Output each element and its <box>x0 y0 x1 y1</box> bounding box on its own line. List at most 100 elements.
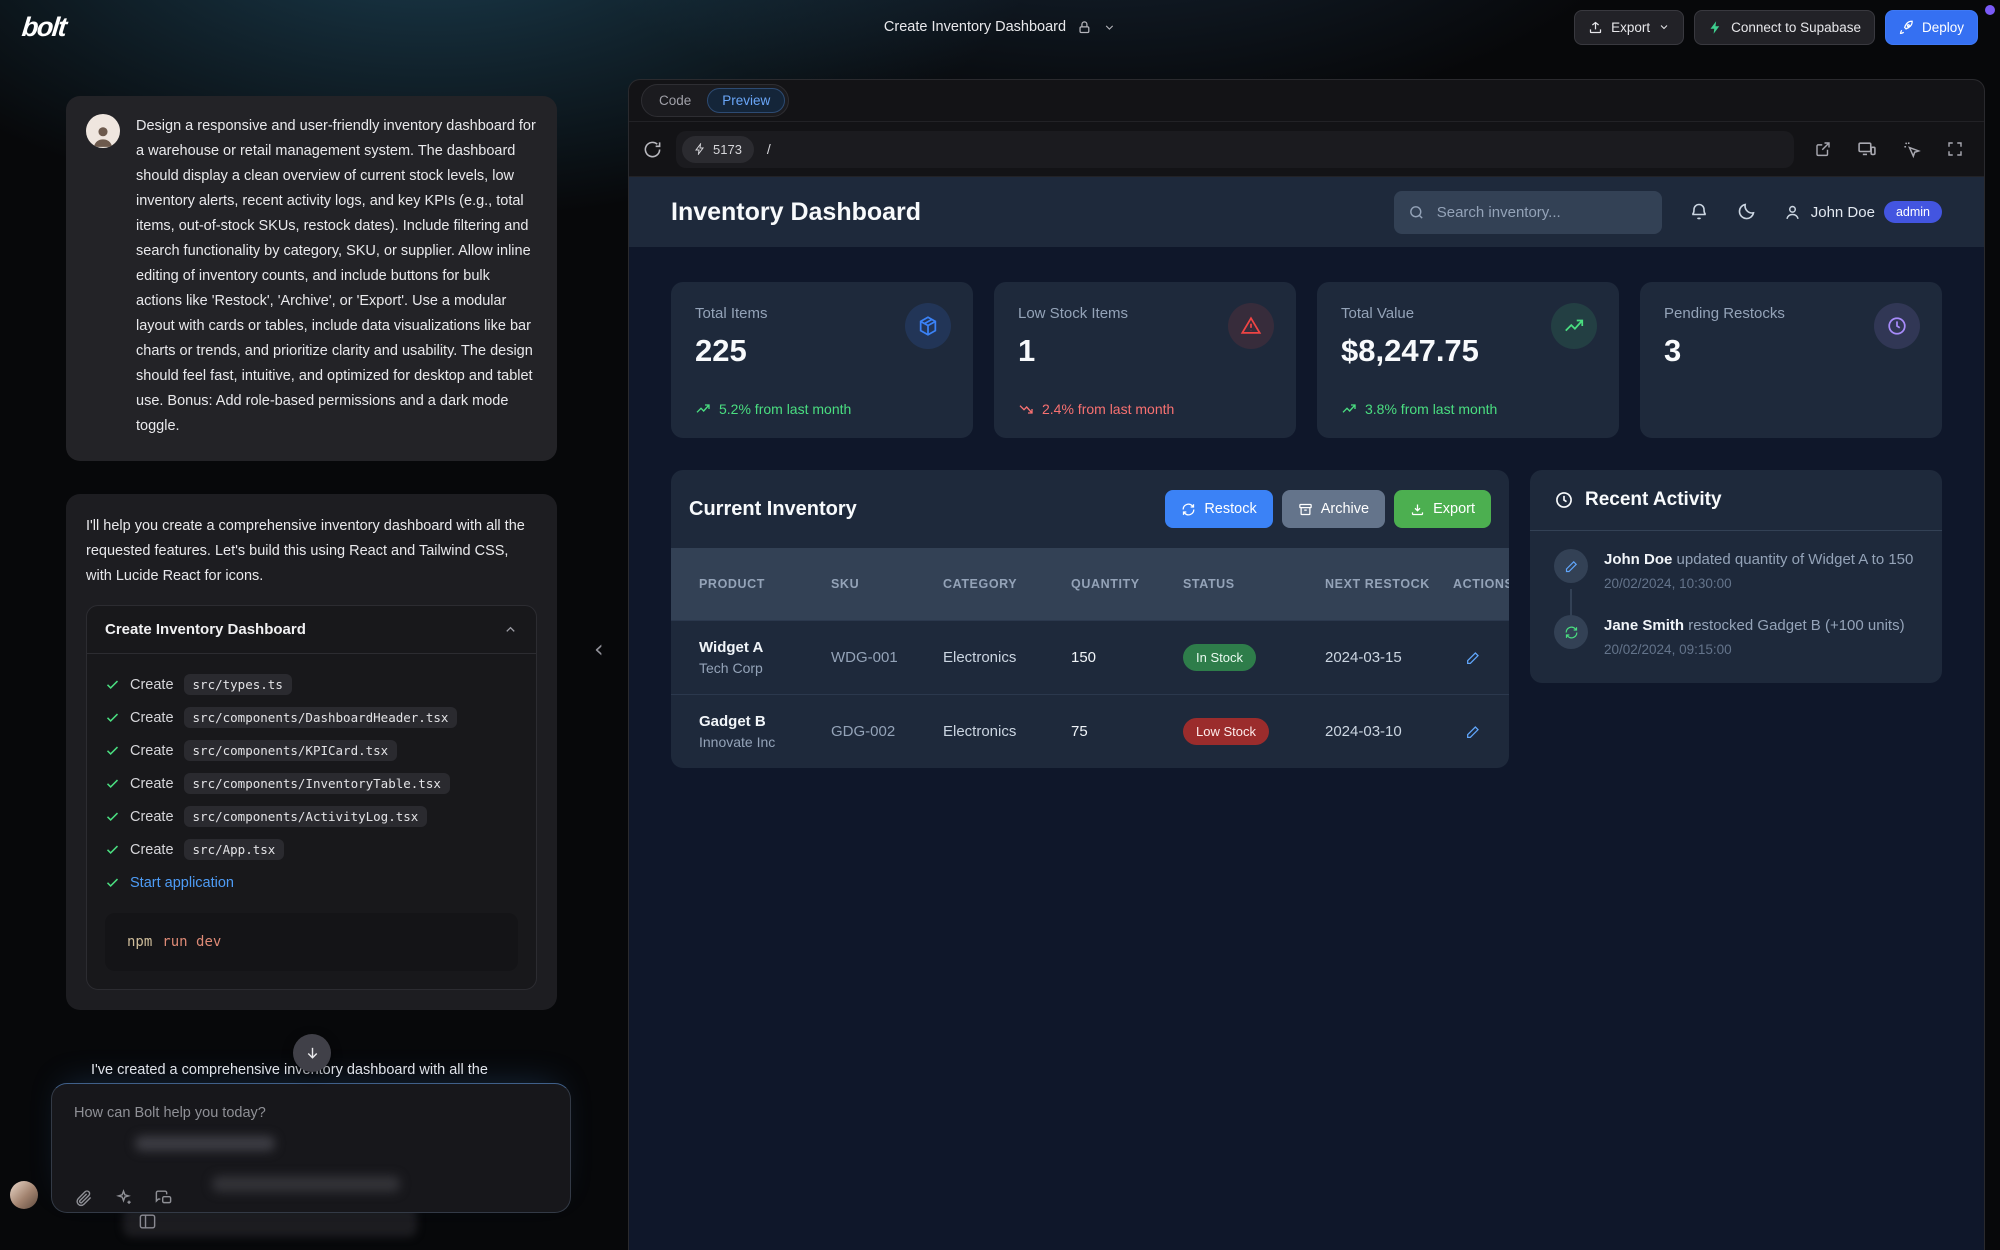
bell-icon[interactable] <box>1689 202 1709 222</box>
table-header-row: PRODUCT SKU CATEGORY QUANTITY STATUS NEX… <box>671 548 1509 620</box>
terminal-command: npm run dev <box>105 913 518 971</box>
tab-preview[interactable]: Preview <box>707 88 785 113</box>
next-restock-cell: 2024-03-15 <box>1325 649 1453 666</box>
table-row[interactable]: Gadget B Innovate Inc GDG-002 Electronic… <box>671 694 1509 768</box>
open-external-icon[interactable] <box>1814 140 1832 158</box>
zap-icon <box>694 143 706 155</box>
recent-activity-card: Recent Activity John Doe updated quantit… <box>1530 470 1942 683</box>
file-chip[interactable]: src/components/KPICard.tsx <box>184 740 398 761</box>
deploy-button[interactable]: Deploy <box>1885 10 1978 45</box>
chevron-up-icon[interactable] <box>503 622 518 637</box>
connect-supabase-button[interactable]: Connect to Supabase <box>1694 10 1875 45</box>
port-pill[interactable]: 5173 <box>682 136 754 163</box>
command-args: run dev <box>162 934 221 950</box>
status-cell: Low Stock <box>1183 718 1325 745</box>
account-avatar[interactable] <box>10 1181 38 1209</box>
trend-up-icon <box>695 401 711 417</box>
dark-mode-toggle-icon[interactable] <box>1736 202 1756 222</box>
file-chip[interactable]: src/components/DashboardHeader.tsx <box>184 707 458 728</box>
product-cell: Widget A Tech Corp <box>699 639 831 676</box>
sparkles-icon[interactable] <box>114 1188 133 1207</box>
chat-mode-icon[interactable] <box>154 1188 173 1207</box>
category-cell: Electronics <box>943 723 1071 740</box>
preview-frame: Inventory Dashboard John Doe admin <box>629 177 1984 1250</box>
pencil-icon <box>1465 650 1481 666</box>
workbench-panel: Code Preview 5173 / <box>628 79 1985 1250</box>
scroll-to-bottom-button[interactable] <box>293 1034 331 1072</box>
collapse-chat-handle[interactable]: ‹ <box>594 637 604 661</box>
status-badge: In Stock <box>1183 644 1256 671</box>
file-chip[interactable]: src/types.ts <box>184 674 292 695</box>
table-row[interactable]: Widget A Tech Corp WDG-001 Electronics 1… <box>671 620 1509 694</box>
inventory-table-card: Current Inventory Restock Archive <box>671 470 1509 768</box>
inventory-search[interactable] <box>1394 191 1662 234</box>
chat-input[interactable] <box>74 1105 548 1121</box>
search-input[interactable] <box>1435 203 1648 222</box>
file-chip[interactable]: src/components/ActivityLog.tsx <box>184 806 428 827</box>
file-chip[interactable]: src/components/InventoryTable.tsx <box>184 773 450 794</box>
reload-icon[interactable] <box>643 140 662 159</box>
chat-composer <box>51 1083 571 1213</box>
user-message: Design a responsive and user-friendly in… <box>66 96 557 461</box>
inventory-table-header: Current Inventory Restock Archive <box>671 470 1509 548</box>
plan-step: Create src/components/DashboardHeader.ts… <box>105 701 518 734</box>
start-application-step: Start application <box>105 866 518 899</box>
plan-title: Create Inventory Dashboard <box>105 621 306 638</box>
quantity-cell[interactable]: 75 <box>1071 723 1183 740</box>
inventory-title: Current Inventory <box>689 498 857 521</box>
sku-cell: GDG-002 <box>831 723 943 740</box>
assistant-message: I'll help you create a comprehensive inv… <box>66 494 557 1010</box>
export-csv-button[interactable]: Export <box>1394 490 1491 528</box>
start-application-link[interactable]: Start application <box>130 875 234 891</box>
view-toggle: Code Preview <box>641 84 789 117</box>
clock-icon <box>1554 490 1574 510</box>
plan-card-header[interactable]: Create Inventory Dashboard <box>87 606 536 654</box>
fullscreen-icon[interactable] <box>1946 140 1964 158</box>
quantity-cell[interactable]: 150 <box>1071 649 1183 666</box>
project-title-menu[interactable]: Create Inventory Dashboard <box>884 0 1116 54</box>
activity-list: John Doe updated quantity of Widget A to… <box>1530 531 1942 683</box>
plan-step: Create src/components/KPICard.tsx <box>105 734 518 767</box>
plan-card: Create Inventory Dashboard Create src/ty… <box>86 605 537 990</box>
restock-button[interactable]: Restock <box>1165 490 1272 528</box>
edit-row-button[interactable] <box>1465 724 1481 740</box>
check-icon <box>105 776 120 791</box>
edit-row-button[interactable] <box>1465 650 1481 666</box>
plan-step: Create src/components/InventoryTable.tsx <box>105 767 518 800</box>
devices-icon[interactable] <box>1857 139 1877 159</box>
attach-icon[interactable] <box>74 1188 93 1207</box>
product-cell: Gadget B Innovate Inc <box>699 713 831 750</box>
kpi-card-low-stock: Low Stock Items 1 2.4% from last month <box>994 282 1296 438</box>
clock-icon <box>1874 303 1920 349</box>
blurred-content <box>135 1136 275 1151</box>
export-button[interactable]: Export <box>1574 10 1684 45</box>
tab-code[interactable]: Code <box>645 89 705 112</box>
kpi-row: Total Items 225 5.2% from last month Low… <box>671 282 1942 438</box>
arrow-down-icon <box>304 1045 321 1062</box>
command-name: npm <box>127 934 152 950</box>
inspector-cursor-icon[interactable] <box>1902 140 1921 159</box>
check-icon <box>105 875 120 890</box>
bolt-app: bolt Create Inventory Dashboard Export C… <box>0 0 2000 1250</box>
dashboard-header: Inventory Dashboard John Doe admin <box>629 177 1984 247</box>
notification-dot <box>1985 5 1995 15</box>
user-menu[interactable]: John Doe admin <box>1783 201 1942 223</box>
trend-down-icon <box>1018 401 1034 417</box>
check-icon <box>105 842 120 857</box>
bolt-logo: bolt <box>20 12 67 43</box>
supabase-bolt-icon <box>1708 20 1723 35</box>
trend-up-icon <box>1341 401 1357 417</box>
archive-button[interactable]: Archive <box>1282 490 1385 528</box>
assistant-intro-text: I'll help you create a comprehensive inv… <box>86 514 537 589</box>
refresh-icon <box>1554 615 1588 649</box>
sku-cell: WDG-001 <box>831 649 943 666</box>
status-badge: Low Stock <box>1183 718 1269 745</box>
bulk-actions: Restock Archive Export <box>1165 490 1491 528</box>
url-field[interactable]: 5173 / <box>676 131 1794 168</box>
status-cell: In Stock <box>1183 644 1325 671</box>
file-chip[interactable]: src/App.tsx <box>184 839 285 860</box>
refresh-icon <box>1181 502 1196 517</box>
sidebar-toggle-icon[interactable] <box>138 1212 157 1231</box>
kpi-card-pending-restocks: Pending Restocks 3 <box>1640 282 1942 438</box>
topbar-actions: Export Connect to Supabase Deploy <box>1574 10 1978 45</box>
